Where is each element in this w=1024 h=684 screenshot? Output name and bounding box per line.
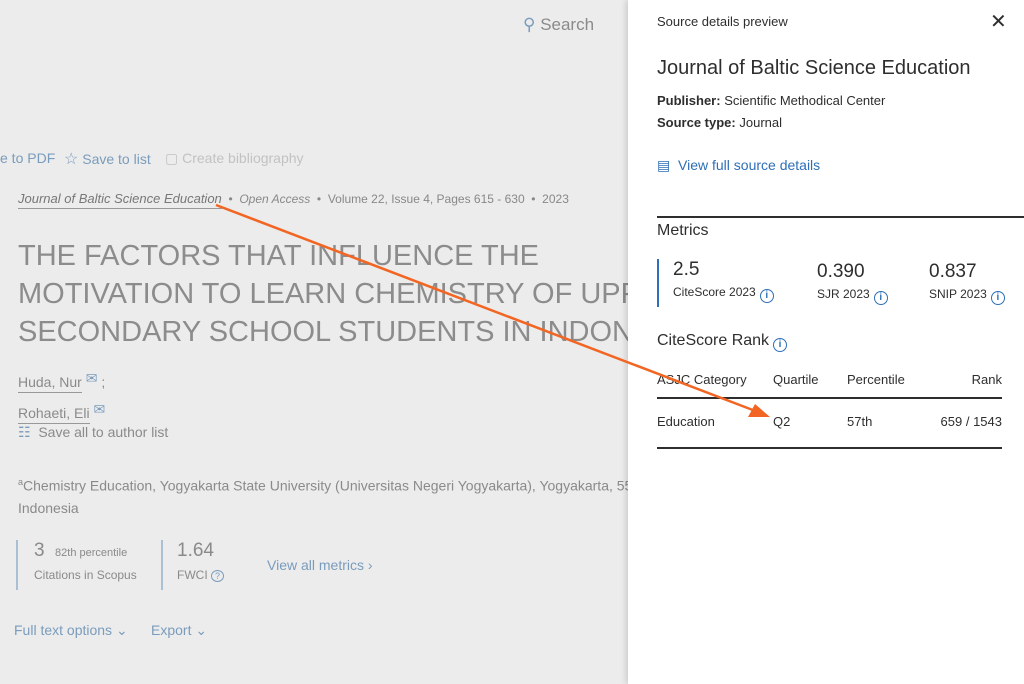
full-text-options-button[interactable]: Full text options ⌄ <box>14 622 128 639</box>
journal-link[interactable]: Journal of Baltic Science Education <box>18 191 222 209</box>
chevron-down-icon: ⌄ <box>115 622 128 638</box>
table-row: Education Q2 57th 659 / 1543 <box>657 399 1002 449</box>
article-page-dimmed: ⚲ Search e to PDF ☆ Save to list ▢ Creat… <box>0 0 628 684</box>
author-item: Rohaeti, Eli ✉ <box>18 401 105 424</box>
download-pdf-button[interactable]: e to PDF <box>0 150 55 166</box>
open-access-label: Open Access <box>239 192 311 206</box>
fwci-metric: 1.64 FWCI ? <box>161 540 225 590</box>
bibliography-icon: ▢ <box>165 150 179 166</box>
chevron-right-icon: › <box>367 557 373 573</box>
author-link[interactable]: Rohaeti, Eli <box>18 405 90 424</box>
author-link[interactable]: Huda, Nur <box>18 374 82 393</box>
author-list-icon: ☷ <box>18 424 31 440</box>
mail-icon[interactable]: ✉ <box>86 370 98 386</box>
rank-table: ASJC Category Quartile Percentile Rank E… <box>657 372 1002 449</box>
chevron-down-icon: ⌄ <box>195 622 208 638</box>
help-icon[interactable]: ? <box>211 570 225 582</box>
volume-info: Volume 22, Issue 4, Pages 615 - 630 <box>327 192 525 206</box>
view-full-source-link[interactable]: ▤ View full source details <box>657 157 820 174</box>
table-header: ASJC Category Quartile Percentile Rank <box>657 372 1002 399</box>
create-bibliography-button[interactable]: ▢ Create bibliography <box>165 150 304 167</box>
star-icon: ☆ <box>64 151 79 168</box>
snip-metric: 0.837 SNIP 2023 i <box>929 261 1005 305</box>
save-to-list-button[interactable]: ☆ Save to list <box>64 149 151 169</box>
publisher: Publisher: Scientific Methodical Center <box>657 93 886 108</box>
article-title: THE FACTORS THAT INFLUENCE THE MOTIVATIO… <box>18 240 628 348</box>
affiliation: aChemistry Education, Yogyakarta State U… <box>18 477 628 516</box>
divider <box>657 216 1024 218</box>
save-authors-button[interactable]: ☷ Save all to author list <box>18 424 168 441</box>
view-all-metrics-link[interactable]: View all metrics › <box>267 557 373 573</box>
citescore-metric: 2.5 CiteScore 2023 i <box>657 259 774 307</box>
mail-icon[interactable]: ✉ <box>93 401 105 417</box>
search-button[interactable]: ⚲ Search <box>523 15 594 35</box>
info-icon[interactable]: i <box>759 289 774 303</box>
panel-heading: Source details preview <box>657 14 788 29</box>
metrics-heading: Metrics <box>657 222 709 239</box>
author-item: Huda, Nur ✉ ; <box>18 370 105 393</box>
year: 2023 <box>542 192 569 206</box>
source-details-panel: Source details preview ✕ Journal of Balt… <box>628 0 1024 684</box>
document-icon: ▤ <box>657 157 671 173</box>
export-button[interactable]: Export ⌄ <box>151 622 207 639</box>
info-icon[interactable]: i <box>773 338 788 352</box>
citations-metric: 3 82th percentile Citations in Scopus <box>16 540 137 590</box>
info-icon[interactable]: i <box>990 291 1005 305</box>
panel-journal-title: Journal of Baltic Science Education <box>657 57 971 79</box>
citescore-rank-heading: CiteScore Rank i <box>657 332 788 352</box>
search-icon: ⚲ <box>523 15 536 34</box>
info-icon[interactable]: i <box>873 291 888 305</box>
sjr-metric: 0.390 SJR 2023 i <box>817 261 888 305</box>
source-type: Source type: Journal <box>657 115 783 130</box>
close-icon[interactable]: ✕ <box>990 9 1007 34</box>
